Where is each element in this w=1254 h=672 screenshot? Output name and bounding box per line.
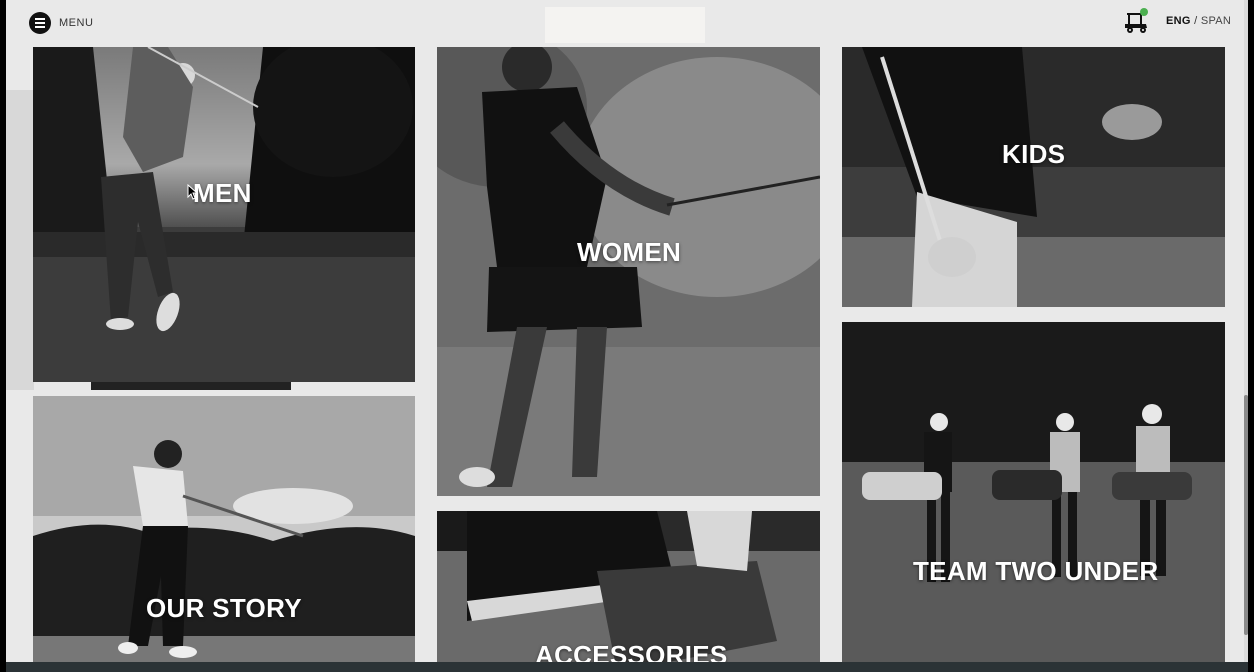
partial-photo-edge xyxy=(6,90,34,390)
tile-women-label: WOMEN xyxy=(577,237,682,267)
tile-team-label: TEAM TWO UNDER xyxy=(913,556,1159,586)
scrollbar-thumb[interactable] xyxy=(1244,395,1248,635)
hamburger-icon xyxy=(29,12,51,34)
tile-our-story[interactable]: OUR STORY xyxy=(33,396,415,672)
tile-kids[interactable]: KIDS xyxy=(842,47,1225,307)
kids-photo xyxy=(842,47,1225,307)
lang-eng[interactable]: ENG xyxy=(1166,15,1191,27)
lang-span[interactable]: SPAN xyxy=(1201,15,1231,27)
tile-accessories[interactable]: ACCESSORIES xyxy=(437,511,820,672)
women-photo xyxy=(437,47,820,496)
tile-women[interactable]: WOMEN xyxy=(437,47,820,496)
team-photo xyxy=(842,322,1225,662)
men-photo xyxy=(33,47,415,382)
page: MENU ENG / SPAN MEN WOMEN KIDS OUR STORY… xyxy=(6,0,1248,672)
tile-our-story-label: OUR STORY xyxy=(146,593,302,623)
lang-separator: / xyxy=(1190,15,1201,27)
tile-team-two-under[interactable]: TEAM TWO UNDER xyxy=(842,322,1225,662)
tile-kids-label: KIDS xyxy=(1002,139,1066,169)
our-story-photo xyxy=(33,396,415,672)
tile-men[interactable]: MEN xyxy=(33,47,415,382)
menu-label: MENU xyxy=(59,17,94,29)
cart-badge xyxy=(1140,8,1148,16)
bottom-bar xyxy=(6,662,1248,672)
logo-placeholder[interactable] xyxy=(545,7,705,43)
tile-men-label: MEN xyxy=(193,178,252,208)
golf-cart-icon[interactable] xyxy=(1122,8,1150,34)
menu-button[interactable]: MENU xyxy=(29,12,93,34)
language-switcher: ENG / SPAN xyxy=(1166,15,1231,27)
